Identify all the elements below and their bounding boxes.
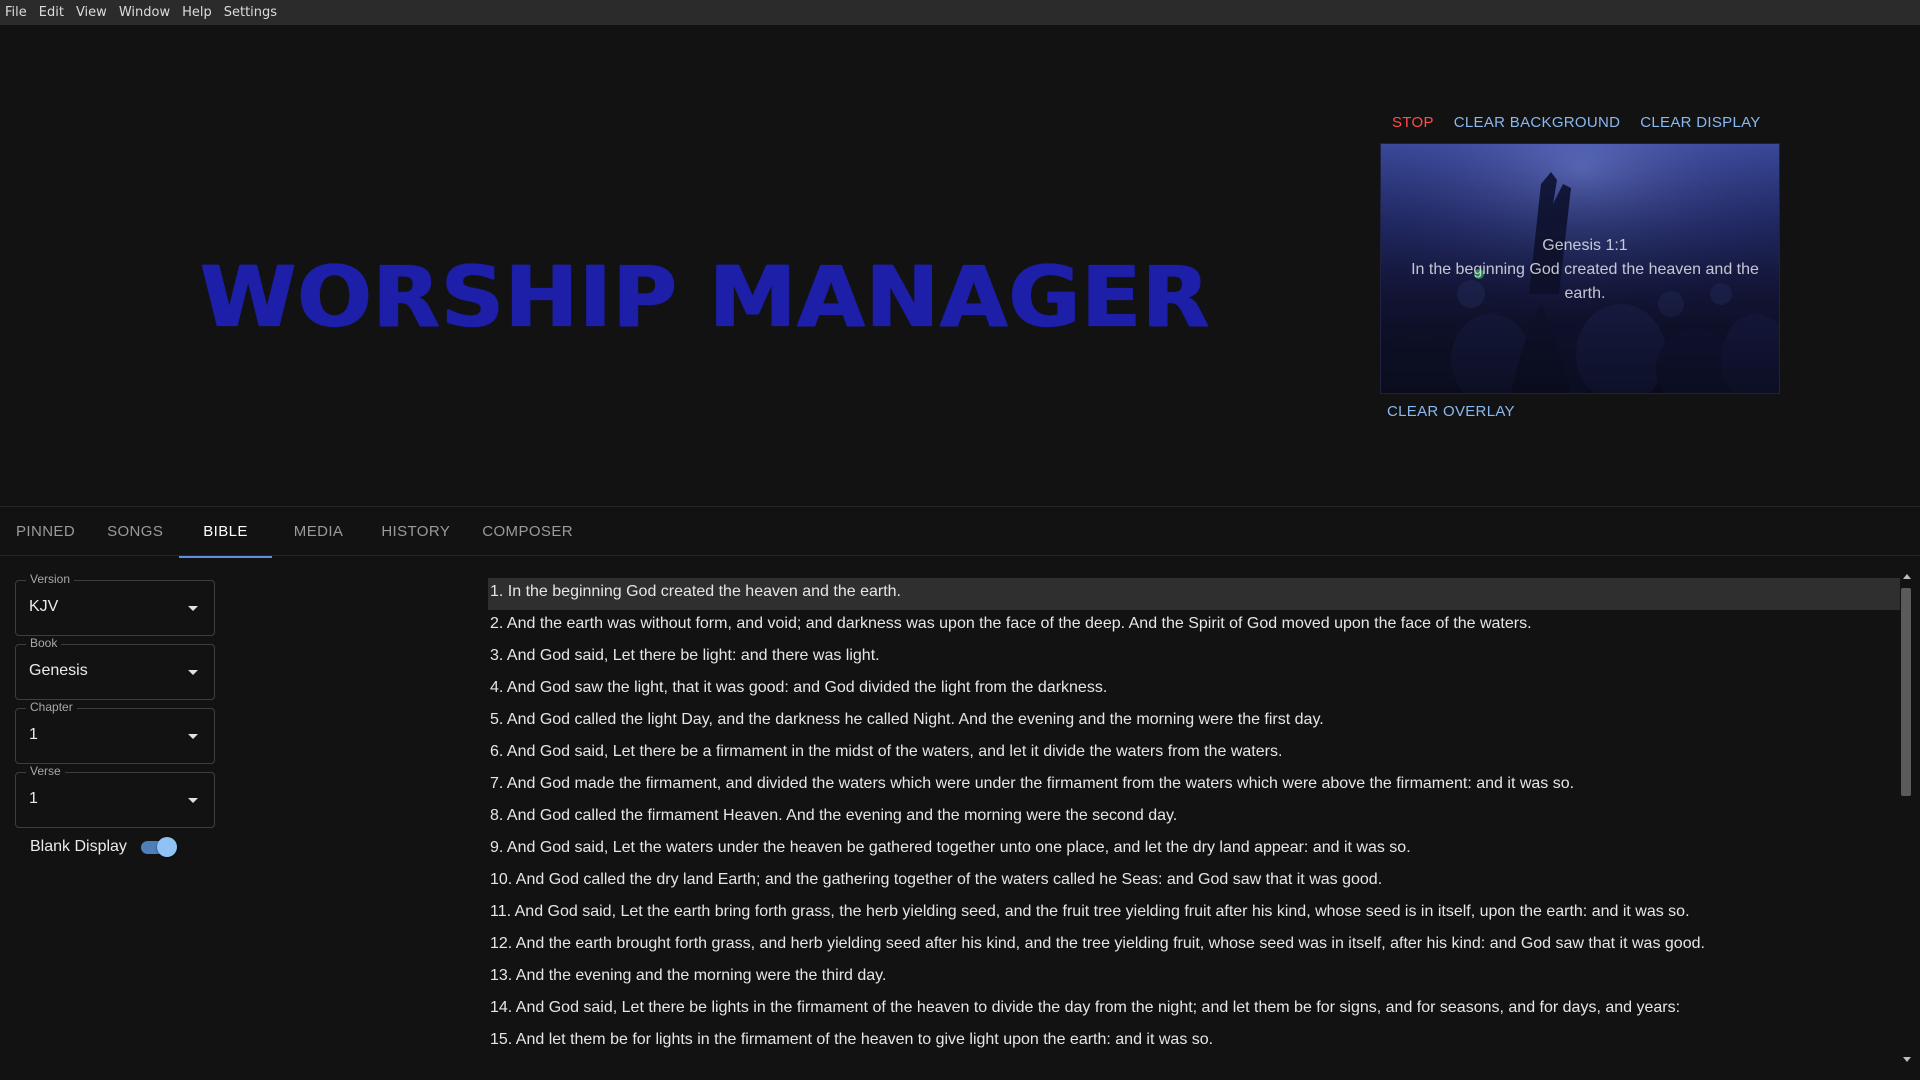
- tab-bible[interactable]: BIBLE: [179, 507, 272, 558]
- clear-background-button[interactable]: CLEAR BACKGROUND: [1454, 114, 1621, 131]
- menu-help[interactable]: Help: [176, 0, 218, 25]
- preview-actions: STOP CLEAR BACKGROUND CLEAR DISPLAY: [1392, 114, 1761, 131]
- verse-row[interactable]: 4. And God saw the light, that it was go…: [488, 674, 1900, 706]
- verse-select[interactable]: Verse 1: [15, 764, 215, 828]
- book-select[interactable]: Book Genesis: [15, 636, 215, 700]
- menu-settings[interactable]: Settings: [218, 0, 283, 25]
- verse-value: 1: [29, 790, 38, 807]
- chevron-down-icon: [188, 670, 198, 675]
- display-preview: Genesis 1:1 In the beginning God created…: [1380, 143, 1780, 394]
- scroll-down-arrow-icon[interactable]: [1903, 1057, 1911, 1062]
- stop-button[interactable]: STOP: [1392, 114, 1434, 131]
- tab-history[interactable]: HISTORY: [365, 507, 466, 557]
- toggle-thumb: [156, 837, 177, 857]
- tab-composer[interactable]: COMPOSER: [466, 507, 589, 557]
- verse-list: 1. In the beginning God created the heav…: [488, 578, 1900, 1058]
- verse-row[interactable]: 6. And God said, Let there be a firmamen…: [488, 738, 1900, 770]
- chapter-value: 1: [29, 726, 38, 743]
- chevron-down-icon: [188, 798, 198, 803]
- version-value: KJV: [29, 598, 59, 615]
- version-select[interactable]: Version KJV: [15, 572, 215, 636]
- menu-view[interactable]: View: [70, 0, 113, 25]
- scroll-up-arrow-icon[interactable]: [1903, 574, 1911, 579]
- verse-list-scrollbar[interactable]: [1900, 572, 1914, 1064]
- chevron-down-icon: [188, 606, 198, 611]
- verse-row[interactable]: 2. And the earth was without form, and v…: [488, 610, 1900, 642]
- blank-display-toggle[interactable]: [139, 836, 177, 858]
- verse-row[interactable]: 10. And God called the dry land Earth; a…: [488, 866, 1900, 898]
- chapter-label: Chapter: [26, 700, 77, 714]
- verse-row[interactable]: 1. In the beginning God created the heav…: [488, 578, 1900, 610]
- menu-bar: File Edit View Window Help Settings: [0, 0, 1920, 25]
- verse-row[interactable]: 3. And God said, Let there be light: and…: [488, 642, 1900, 674]
- chapter-select[interactable]: Chapter 1: [15, 700, 215, 764]
- menu-file[interactable]: File: [0, 0, 33, 25]
- scrollbar-thumb[interactable]: [1901, 588, 1911, 796]
- verse-row[interactable]: 8. And God called the firmament Heaven. …: [488, 802, 1900, 834]
- verse-row[interactable]: 5. And God called the light Day, and the…: [488, 706, 1900, 738]
- blank-display-row: Blank Display: [30, 836, 177, 858]
- verse-row[interactable]: 14. And God said, Let there be lights in…: [488, 994, 1900, 1026]
- menu-window[interactable]: Window: [113, 0, 176, 25]
- verse-row[interactable]: 15. And let them be for lights in the fi…: [488, 1026, 1900, 1058]
- verse-row[interactable]: 9. And God said, Let the waters under th…: [488, 834, 1900, 866]
- clear-display-button[interactable]: CLEAR DISPLAY: [1640, 114, 1760, 131]
- menu-edit[interactable]: Edit: [33, 0, 70, 25]
- version-label: Version: [26, 572, 75, 586]
- book-value: Genesis: [29, 662, 88, 679]
- preview-verse-text: In the beginning God created the heaven …: [1411, 261, 1759, 302]
- book-label: Book: [26, 636, 62, 650]
- tab-bar: PINNED SONGS BIBLE MEDIA HISTORY COMPOSE…: [0, 506, 1920, 558]
- tab-pinned[interactable]: PINNED: [0, 507, 91, 557]
- blank-display-label: Blank Display: [30, 838, 127, 855]
- verse-row[interactable]: 11. And God said, Let the earth bring fo…: [488, 898, 1900, 930]
- verse-row[interactable]: 7. And God made the firmament, and divid…: [488, 770, 1900, 802]
- verse-row[interactable]: 12. And the earth brought forth grass, a…: [488, 930, 1900, 962]
- tab-songs[interactable]: SONGS: [91, 507, 179, 557]
- preview-overlay-text: Genesis 1:1 In the beginning God created…: [1401, 234, 1769, 306]
- tab-media[interactable]: MEDIA: [272, 507, 366, 557]
- verse-row[interactable]: 13. And the evening and the morning were…: [488, 962, 1900, 994]
- verse-label: Verse: [26, 764, 65, 778]
- clear-overlay-button[interactable]: CLEAR OVERLAY: [1387, 403, 1515, 420]
- app-logo: WORSHIP MANAGER: [200, 248, 1211, 346]
- preview-reference: Genesis 1:1: [1542, 237, 1628, 254]
- chevron-down-icon: [188, 734, 198, 739]
